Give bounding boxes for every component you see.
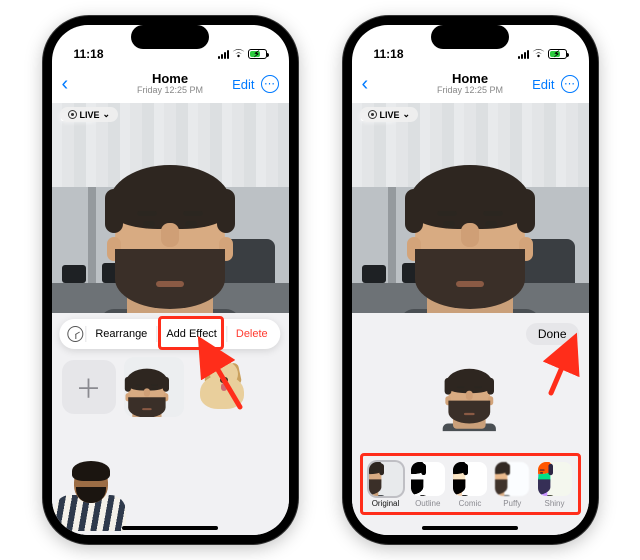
sticker-drawer: Rearrange Add Effect Delete ＋ — [52, 313, 289, 535]
effect-outline[interactable]: Outline — [411, 462, 445, 508]
live-icon — [68, 110, 77, 119]
back-button[interactable]: ‹ — [362, 73, 369, 96]
context-menu: Rearrange Add Effect Delete — [59, 319, 280, 349]
photo-preview[interactable] — [352, 103, 589, 313]
wifi-icon — [232, 47, 245, 61]
phone-left: 11:18 ⚡︎ ‹ Home Friday 12:25 PM Edit ⋯ L… — [43, 16, 298, 544]
battery-icon: ⚡︎ — [248, 49, 267, 59]
done-button[interactable]: Done — [526, 323, 579, 345]
effect-original[interactable]: Original — [369, 462, 403, 508]
effect-shiny[interactable]: Shiny — [538, 462, 572, 508]
sticker-preview[interactable] — [439, 353, 501, 421]
screen: 11:18 ⚡︎ ‹ Home Friday 12:25 PM Edit ⋯ L… — [352, 25, 589, 535]
dynamic-island — [131, 25, 209, 49]
recents-icon[interactable] — [67, 326, 83, 342]
effect-label: Outline — [415, 499, 440, 508]
callout-arrow — [202, 347, 248, 411]
effect-label: Puffy — [503, 499, 521, 508]
effect-puffy[interactable]: Puffy — [495, 462, 529, 508]
cellular-icon — [518, 50, 529, 59]
add-effect-button[interactable]: Add Effect — [157, 328, 226, 340]
wifi-icon — [532, 47, 545, 61]
effect-label: Comic — [459, 499, 482, 508]
nav-subtitle: Friday 12:25 PM — [137, 86, 203, 96]
effects-panel: Done Original Outl — [352, 313, 589, 535]
effects-bar: Original Outline Comic Puffy Shiny — [360, 453, 581, 515]
nav-title: Home — [137, 72, 203, 86]
photo-preview[interactable] — [52, 103, 289, 313]
add-sticker-button[interactable]: ＋ — [62, 360, 116, 414]
effect-label: Shiny — [544, 499, 564, 508]
chevron-down-icon: ⌄ — [403, 109, 411, 120]
status-right: ⚡︎ — [218, 47, 267, 61]
subject-portrait — [385, 123, 555, 313]
back-button[interactable]: ‹ — [62, 73, 69, 96]
home-indicator[interactable] — [422, 526, 518, 530]
edit-button[interactable]: Edit — [232, 77, 254, 92]
cellular-icon — [218, 50, 229, 59]
nav-subtitle: Friday 12:25 PM — [437, 86, 503, 96]
subject-portrait — [85, 123, 255, 313]
phone-right: 11:18 ⚡︎ ‹ Home Friday 12:25 PM Edit ⋯ L… — [343, 16, 598, 544]
sticker-thumb-person[interactable] — [124, 357, 184, 417]
rearrange-button[interactable]: Rearrange — [86, 328, 156, 340]
live-icon — [368, 110, 377, 119]
home-indicator[interactable] — [122, 526, 218, 530]
callout-arrow — [545, 347, 575, 395]
sticker-thumb-person-2[interactable] — [52, 461, 128, 531]
status-time: 11:18 — [374, 47, 404, 61]
nav-bar: ‹ Home Friday 12:25 PM Edit ⋯ — [352, 65, 589, 103]
chevron-down-icon: ⌄ — [103, 109, 111, 120]
effect-label: Original — [372, 499, 400, 508]
nav-bar: ‹ Home Friday 12:25 PM Edit ⋯ — [52, 65, 289, 103]
dynamic-island — [431, 25, 509, 49]
status-time: 11:18 — [74, 47, 104, 61]
nav-title: Home — [437, 72, 503, 86]
live-badge[interactable]: LIVE ⌄ — [60, 107, 119, 122]
battery-icon: ⚡︎ — [548, 49, 567, 59]
status-right: ⚡︎ — [518, 47, 567, 61]
edit-button[interactable]: Edit — [532, 77, 554, 92]
more-button[interactable]: ⋯ — [561, 75, 579, 93]
effect-comic[interactable]: Comic — [453, 462, 487, 508]
more-button[interactable]: ⋯ — [261, 75, 279, 93]
delete-button[interactable]: Delete — [227, 328, 277, 340]
live-badge[interactable]: LIVE ⌄ — [360, 107, 419, 122]
screen: 11:18 ⚡︎ ‹ Home Friday 12:25 PM Edit ⋯ L… — [52, 25, 289, 535]
